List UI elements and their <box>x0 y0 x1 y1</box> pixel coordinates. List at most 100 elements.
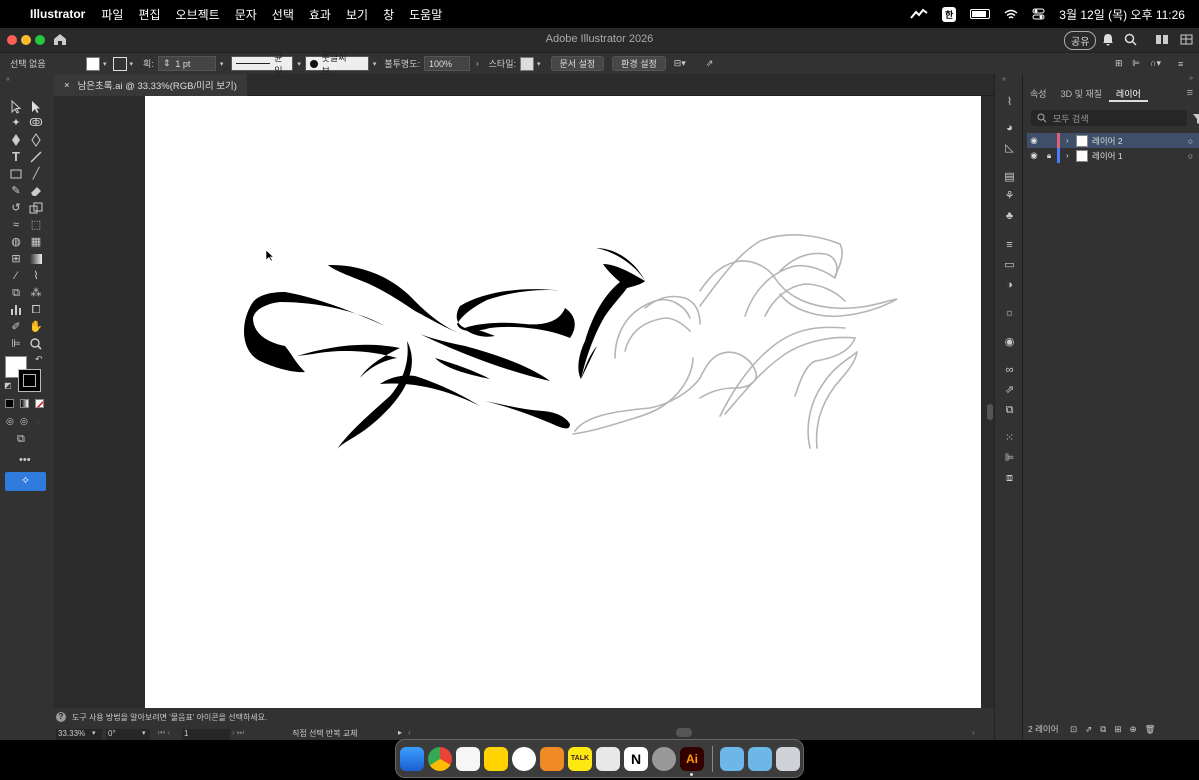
graph-tool-icon[interactable] <box>8 303 24 317</box>
align-objects-tool-icon[interactable]: ⊫ <box>8 337 24 351</box>
profile-dropdown-icon[interactable]: ▾ <box>297 60 301 68</box>
type-tool-icon[interactable]: T <box>8 150 24 164</box>
zoom-tool-icon[interactable] <box>28 337 44 351</box>
pathfinder-panel-icon[interactable]: ⧈ <box>1003 472 1016 484</box>
scroll-right-icon[interactable]: › <box>972 728 975 737</box>
swatches-panel-icon[interactable]: ▤ <box>1003 171 1016 183</box>
artboard-nav-next-icon[interactable]: › ⏭ <box>232 728 244 738</box>
app-name-menu[interactable]: Illustrator <box>30 7 85 21</box>
input-method-icon[interactable]: 한 <box>942 6 957 22</box>
export-panel-icon[interactable]: ⇗ <box>1003 384 1016 396</box>
layer-name[interactable]: 레이어 2 <box>1092 135 1123 147</box>
shaper-tool-icon[interactable]: ✎ <box>8 184 24 198</box>
control-bar-menu-icon[interactable]: ≡ <box>1178 59 1183 69</box>
stroke-weight-field[interactable]: ⇕ 1 pt <box>157 56 216 71</box>
stroke-color-box[interactable] <box>18 369 41 392</box>
swap-fill-stroke-icon[interactable]: ↶ <box>35 354 43 365</box>
status-arrow-icon[interactable]: ▸ <box>398 728 402 737</box>
documents-folder-icon[interactable] <box>748 747 772 771</box>
direct-selection-tool-icon[interactable] <box>28 100 44 114</box>
artboards-panel-icon[interactable]: ⧉ <box>1003 404 1016 416</box>
color-guide-icon[interactable]: ◺ <box>1003 142 1016 154</box>
mesh-tool-icon[interactable]: ⊞ <box>8 252 24 266</box>
visibility-eye-icon[interactable]: ◉ <box>1027 135 1041 146</box>
scroll-left-icon[interactable]: ‹ <box>408 728 411 737</box>
sketch-gray-strokes[interactable] <box>572 234 898 449</box>
calligraphy-black-strokes[interactable] <box>243 248 645 449</box>
gradient-panel-icon[interactable]: ▭ <box>1003 259 1016 271</box>
tab-3d-materials[interactable]: 3D 및 재질 <box>1054 84 1109 102</box>
chatgpt-icon[interactable] <box>512 747 536 771</box>
document-setup-button[interactable]: 문서 설정 <box>550 56 605 71</box>
curvature-tool-icon[interactable] <box>28 133 44 147</box>
stroke-weight-dropdown-icon[interactable]: ▾ <box>220 60 224 68</box>
share-export-icon[interactable]: ⇗ <box>706 58 714 69</box>
style-dropdown-icon[interactable]: ▾ <box>537 60 541 68</box>
artboard-tool-icon[interactable]: ⧠ <box>28 303 44 317</box>
opacity-field[interactable]: 100% <box>423 56 470 71</box>
gradient-tool-icon[interactable] <box>28 252 44 266</box>
panel-menu-icon[interactable]: ≡ <box>1187 87 1193 99</box>
slice-tool-icon[interactable]: ✐ <box>8 320 24 334</box>
eraser-tool-icon[interactable] <box>28 184 44 198</box>
notion-icon[interactable]: N <box>624 747 648 771</box>
delete-layer-icon[interactable]: 🗑︎ <box>1145 724 1156 735</box>
stroke-profile-select[interactable]: 균일 <box>231 53 294 76</box>
artboard-nav-prev-icon[interactable]: ⏮ ‹ <box>158 728 170 738</box>
menu-help[interactable]: 도움말 <box>409 6 442 23</box>
paintbrush-tool-icon[interactable]: ╱ <box>28 167 44 181</box>
notes-icon[interactable] <box>456 747 480 771</box>
fill-dropdown-icon[interactable]: ▾ <box>103 60 107 68</box>
stroke-swatch[interactable] <box>112 56 127 71</box>
document-tab[interactable]: × 남은초록.ai @ 33.33%(RGB/미리 보기) <box>54 74 247 96</box>
layers-search-input[interactable]: 모두 검색 <box>1031 110 1187 126</box>
expand-layer-icon[interactable]: › <box>1066 151 1076 160</box>
align-panel-icon[interactable]: ⊫ <box>1003 452 1016 464</box>
pathfinder-icon[interactable]: ∩▾ <box>1150 58 1161 69</box>
fill-swatch[interactable] <box>86 56 100 71</box>
kakaotalk-icon[interactable]: TALK <box>568 747 592 771</box>
line-tool-icon[interactable] <box>28 150 44 164</box>
tab-layers[interactable]: 레이어 <box>1108 84 1148 102</box>
create-sublayer-icon[interactable]: ⊞ <box>1114 724 1121 735</box>
transform-panel-icon[interactable]: ⁙ <box>1003 432 1016 444</box>
stepper-icon[interactable]: ⇕ <box>163 58 171 69</box>
color-panel-icon[interactable]: ◕ <box>1003 122 1016 134</box>
layer-name[interactable]: 레이어 1 <box>1092 150 1123 162</box>
draw-normal-icon[interactable]: ◎ <box>6 416 14 427</box>
arrange-documents-icon[interactable] <box>1155 34 1169 45</box>
collapse-panel-icon[interactable]: « <box>6 76 10 83</box>
chrome-icon[interactable] <box>428 747 452 771</box>
status-mode[interactable]: 직접 선택 반복 교체 <box>292 728 358 739</box>
collapse-strip-icon[interactable]: » <box>1002 76 1006 83</box>
stroke-panel-icon[interactable]: ≡ <box>1003 239 1016 251</box>
wifi-icon[interactable] <box>1004 9 1018 20</box>
layer-row-2[interactable]: ◉ › 레이어 2 ○ <box>1027 133 1199 148</box>
symbol-sprayer-tool-icon[interactable]: ⁂ <box>28 286 44 300</box>
workspace-switcher-icon[interactable] <box>1180 34 1193 45</box>
visibility-eye-icon[interactable]: ◉ <box>1027 150 1041 161</box>
selection-tool-icon[interactable] <box>8 100 24 114</box>
battery-icon[interactable] <box>970 9 991 19</box>
measure-tool-icon[interactable]: ⌇ <box>28 269 44 283</box>
align-options-icon[interactable]: ⊟▾ <box>674 58 686 69</box>
shape-builder-tool-icon[interactable]: ◍ <box>8 235 24 249</box>
artboard-number-field[interactable]: 1 <box>182 729 230 740</box>
share-button[interactable]: 공유 <box>1064 31 1097 50</box>
gradient-mode-icon[interactable] <box>20 399 29 408</box>
menu-edit[interactable]: 편집 <box>138 6 160 23</box>
target-circle-icon[interactable]: ○ <box>1188 136 1193 146</box>
zoom-dropdown-icon[interactable]: ▾ <box>92 729 96 737</box>
stroke-dropdown-icon[interactable]: ▾ <box>130 60 134 68</box>
menu-effect[interactable]: 효과 <box>309 6 331 23</box>
target-circle-icon[interactable]: ○ <box>1188 151 1193 161</box>
finder-icon[interactable] <box>400 747 424 771</box>
system-settings-icon[interactable] <box>652 747 676 771</box>
brushes-panel-icon[interactable]: ⌇ <box>1003 96 1016 108</box>
generative-ai-button[interactable]: ✧ <box>5 472 46 491</box>
miro-icon[interactable] <box>484 747 508 771</box>
notification-icon[interactable] <box>1102 33 1114 46</box>
menu-view[interactable]: 보기 <box>346 6 368 23</box>
horizontal-scrollbar-thumb[interactable] <box>676 728 692 737</box>
downloads-folder-icon[interactable] <box>720 747 744 771</box>
